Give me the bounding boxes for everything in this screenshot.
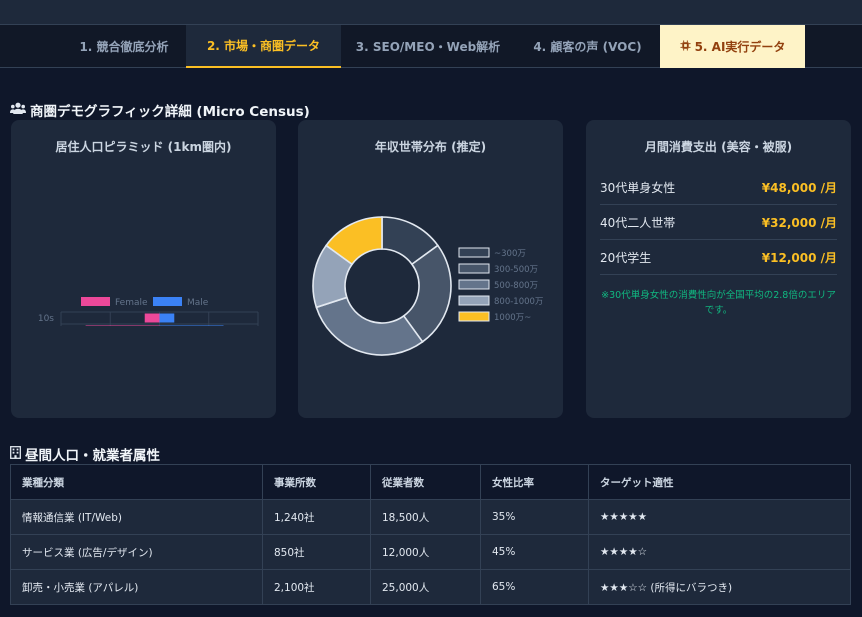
table-header-row: 業種分類 事業所数 従業者数 女性比率 ターゲット適性 [10,464,851,500]
spending-note: ※30代単身女性の消費性向が全国平均の2.8倍のエリアです。 [601,290,836,316]
tab-ai-data[interactable]: 5. AI実行データ [660,25,805,68]
tab-seo-meo[interactable]: 3. SEO/MEO・Web解析 [341,25,515,68]
table-cell: 850社 [262,534,371,570]
tab-bar: 1. 競合徹底分析 2. 市場・商圏データ 3. SEO/MEO・Web解析 4… [0,24,862,68]
donut-slice [315,296,424,356]
legend-label: 800-1000万 [494,297,543,307]
tab-label: 5. AI実行データ [694,40,786,54]
pyramid-bar-female [144,313,160,323]
table-row: 情報通信業 (IT/Web) 1,240社 18,500人 35% ★★★★★ [10,499,851,535]
spending-row: 40代二人世帯 ¥32,000 /月 [600,205,837,240]
spending-label: 20代学生 [600,250,652,265]
column-header: ターゲット適性 [588,464,851,500]
legend-label: 300-500万 [494,265,538,275]
column-header: 業種分類 [10,464,263,500]
card-title: 居住人口ピラミッド (1km圏内) [55,140,232,154]
table-row: サービス業 (広告/デザイン) 850社 12,000人 45% ★★★★☆ [10,534,851,570]
legend-swatch [81,297,110,306]
tab-label: 3. SEO/MEO・Web解析 [355,40,501,54]
tab-label: 1. 競合徹底分析 [79,40,169,54]
pyramid-bar-male [159,325,224,326]
building-icon [10,445,21,463]
spending-value: ¥12,000 /月 [761,250,837,265]
legend-swatch [458,295,490,306]
table-cell: 45% [480,534,589,570]
population-pyramid-chart: -4,000-2,00002,0004,00010s30s50sFemaleMa… [38,297,259,326]
chip-icon [680,39,691,54]
legend-swatch [153,297,182,306]
population-pyramid-card: 居住人口ピラミッド (1km圏内) -4,000-2,00002,0004,00… [11,120,276,418]
tab-voc[interactable]: 4. 顧客の声 (VOC) [515,25,660,68]
pyramid-bar-female [85,325,160,326]
table-cell: 2,100社 [262,569,371,605]
table-cell: 情報通信業 (IT/Web) [10,499,263,535]
table-cell: サービス業 (広告/デザイン) [10,534,263,570]
card-title: 年収世帯分布 (推定) [374,140,487,154]
column-header: 女性比率 [480,464,589,500]
table-cell: 12,000人 [370,534,481,570]
table-cell: ★★★★☆ [588,534,851,570]
table-cell: 65% [480,569,589,605]
spending-label: 40代二人世帯 [600,215,676,230]
legend-swatch [458,263,490,274]
section-title-text: 昼間人口・就業者属性 [25,448,160,464]
spending-value: ¥48,000 /月 [761,180,837,195]
tab-label: 2. 市場・商圏データ [206,39,321,53]
top-bar [0,0,862,24]
table-cell: ★★★★★ [588,499,851,535]
legend-swatch [458,279,490,290]
table-cell: 35% [480,499,589,535]
table-cell: 18,500人 [370,499,481,535]
legend-label: 500-800万 [494,281,538,291]
demographics-section-title: 商圏デモグラフィック詳細 (Micro Census) [10,100,310,120]
table-row: 卸売・小売業 (アパレル) 2,100社 25,000人 65% ★★★☆☆ (… [10,569,851,605]
column-header: 事業所数 [262,464,371,500]
table-cell: ★★★☆☆ (所得にバラつき) [588,569,851,605]
y-tick-label: 10s [38,314,54,324]
card-title: 月間消費支出 (美容・被服) [644,140,793,154]
column-header: 従業者数 [370,464,481,500]
daytime-population-table: 業種分類 事業所数 従業者数 女性比率 ターゲット適性 情報通信業 (IT/We… [10,464,851,605]
legend-label: Male [187,298,209,308]
legend-label: ~300万 [494,249,526,259]
table-cell: 25,000人 [370,569,481,605]
legend-swatch [458,247,490,258]
daytime-section-title: 昼間人口・就業者属性 [10,444,160,464]
spending-label: 30代単身女性 [600,180,676,195]
pyramid-bar-male [159,313,175,323]
table-cell: 卸売・小売業 (アパレル) [10,569,263,605]
spending-value: ¥32,000 /月 [761,215,837,230]
legend-label: 1000万~ [494,313,531,323]
users-icon [10,102,26,119]
tab-competitor-analysis[interactable]: 1. 競合徹底分析 [62,25,186,68]
legend-swatch [458,311,490,322]
income-distribution-card: 年収世帯分布 (推定) ~300万 300-500万 500-800万 800-100… [298,120,563,418]
tab-market-data[interactable]: 2. 市場・商圏データ [186,25,341,68]
monthly-spending-card: 月間消費支出 (美容・被服) 30代単身女性 ¥48,000 /月 40代二人世… [586,120,851,418]
legend-label: Female [115,298,148,308]
tab-label: 4. 顧客の声 (VOC) [533,40,642,54]
income-donut-chart: ~300万 300-500万 500-800万 800-1000万 1000万~ [312,216,543,356]
spending-row: 20代学生 ¥12,000 /月 [600,240,837,275]
spending-row: 30代単身女性 ¥48,000 /月 [600,170,837,205]
table-cell: 1,240社 [262,499,371,535]
section-title-text: 商圏デモグラフィック詳細 (Micro Census) [30,104,310,120]
